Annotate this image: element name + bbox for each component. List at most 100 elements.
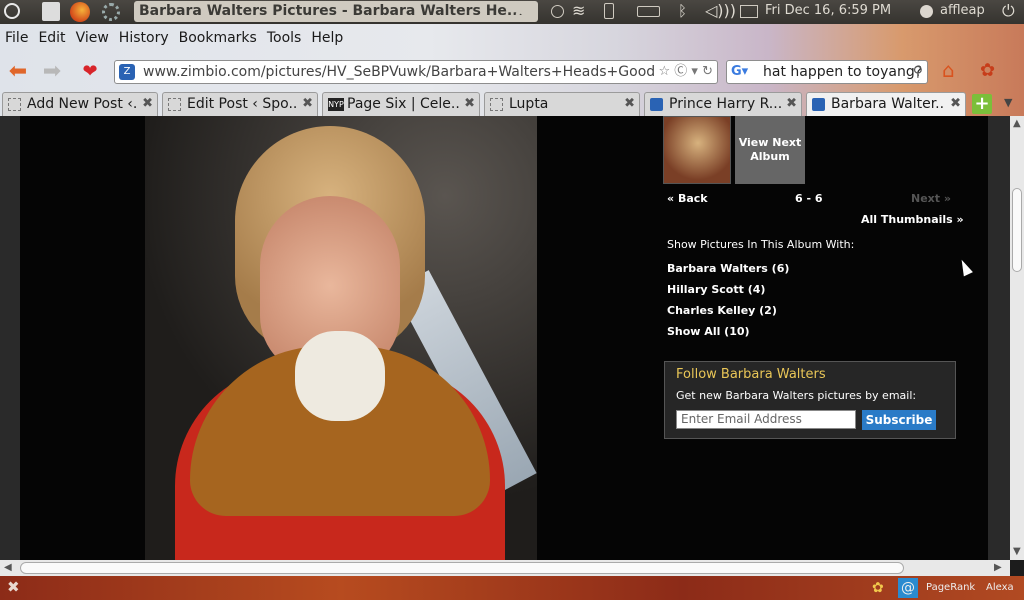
site-favicon-icon: Z — [119, 64, 135, 80]
scroll-left-icon[interactable]: ◀ — [4, 562, 12, 573]
back-arrow-icon[interactable]: ⬅ — [6, 60, 30, 84]
top-panel: Barbara Walters Pictures - Barbara Walte… — [0, 0, 1024, 24]
main-photo[interactable] — [145, 116, 537, 560]
vertical-scrollbar[interactable]: ▲ ▼ — [1010, 116, 1024, 560]
addon-at-icon[interactable]: @ — [898, 578, 918, 598]
power-icon[interactable]: ⏻ — [1002, 1, 1015, 21]
filter-show-all[interactable]: Show All (10) — [667, 325, 750, 338]
menu-edit[interactable]: Edit — [33, 26, 70, 50]
page-left-margin — [0, 116, 20, 560]
vertical-scroll-thumb[interactable] — [1012, 188, 1022, 272]
wifi-icon[interactable]: ≋ — [572, 1, 585, 20]
mail-icon[interactable] — [740, 5, 758, 18]
tab-list-arrow-icon[interactable]: ▼ — [1004, 96, 1012, 109]
follow-title: Follow Barbara Walters — [676, 367, 826, 382]
window-close-icon[interactable]: ✖ — [514, 2, 527, 21]
page-right-margin — [988, 116, 1010, 560]
bookmark-star-icon[interactable]: ☆ — [658, 64, 670, 79]
window-title: Barbara Walters Pictures - Barbara Walte… — [134, 1, 538, 22]
view-next-album-button[interactable]: View Next Album — [735, 116, 805, 184]
volume-icon[interactable]: ◁))) — [705, 1, 736, 20]
tab-close-icon[interactable]: ✖ — [950, 93, 961, 115]
user-status-icon[interactable] — [920, 5, 933, 18]
scroll-up-icon[interactable]: ▲ — [1013, 118, 1021, 129]
photo-counter: 6 - 6 — [795, 192, 823, 205]
addon-flower-icon[interactable]: ✿ — [872, 578, 888, 598]
tab-close-icon[interactable]: ✖ — [624, 93, 635, 115]
alexa-label[interactable]: Alexa — [986, 578, 1014, 598]
blank-page-icon — [490, 98, 503, 111]
new-tab-plus-icon[interactable]: + — [972, 94, 992, 114]
web-page-content: View Next Album « Back 6 - 6 Next » All … — [0, 116, 1010, 560]
blank-page-icon — [168, 98, 181, 111]
status-bar: ✖ ✿ @ PageRank Alexa — [0, 576, 1024, 600]
tab-close-icon[interactable]: ✖ — [786, 93, 797, 115]
menu-tools[interactable]: Tools — [262, 26, 307, 50]
pagerank-label[interactable]: PageRank — [926, 578, 975, 598]
zimbio-favicon-icon — [650, 98, 663, 111]
ubuntu-logo-icon[interactable] — [4, 3, 20, 19]
minimize-pill-icon[interactable] — [551, 5, 564, 18]
tab-label: Prince Harry R... — [669, 96, 781, 112]
tab-label: Lupta — [509, 96, 549, 112]
tab-label: Edit Post ‹ Spo... — [187, 96, 297, 112]
all-thumbnails-link[interactable]: All Thumbnails » — [861, 213, 964, 226]
tab-add-new-post[interactable]: Add New Post ‹... ✖ — [2, 92, 158, 116]
bookmark-heart-icon[interactable]: ❤ — [78, 60, 102, 84]
text-editor-icon[interactable] — [42, 2, 60, 21]
tab-close-icon[interactable]: ✖ — [302, 93, 313, 115]
tab-close-icon[interactable]: ✖ — [142, 93, 153, 115]
url-text[interactable]: www.zimbio.com/pictures/HV_SeBPVuwk/Barb… — [143, 61, 679, 83]
firefox-icon[interactable] — [70, 2, 90, 22]
menu-file[interactable]: File — [0, 26, 33, 50]
menu-history[interactable]: History — [114, 26, 174, 50]
follow-box: Follow Barbara Walters Get new Barbara W… — [664, 361, 956, 439]
scroll-down-icon[interactable]: ▼ — [1013, 546, 1021, 557]
filter-barbara-walters[interactable]: Barbara Walters (6) — [667, 262, 789, 275]
tab-page-six[interactable]: NYP Page Six | Cele... ✖ — [322, 92, 480, 116]
tab-strip: Add New Post ‹... ✖ Edit Post ‹ Spo... ✖… — [0, 92, 1024, 116]
next-label: Next — [911, 192, 941, 205]
back-link[interactable]: « Back — [667, 192, 708, 205]
home-icon[interactable]: ⌂ — [942, 58, 966, 84]
tab-lupta[interactable]: Lupta ✖ — [484, 92, 640, 116]
forward-arrow-icon[interactable]: ➡ — [40, 60, 64, 84]
dropdown-arrow-icon[interactable]: ▾ — [691, 64, 698, 79]
settings-gear-icon[interactable] — [102, 3, 120, 21]
menu-bookmarks[interactable]: Bookmarks — [174, 26, 262, 50]
reload-circle-icon[interactable]: Ⓒ — [674, 64, 687, 79]
horizontal-scroll-thumb[interactable] — [20, 562, 904, 574]
menu-help[interactable]: Help — [306, 26, 348, 50]
clock-datetime[interactable]: Fri Dec 16, 6:59 PM — [765, 3, 891, 18]
search-input[interactable]: hat happen to toyang? — [763, 61, 922, 83]
url-bar[interactable]: Z www.zimbio.com/pictures/HV_SeBPVuwk/Ba… — [114, 60, 718, 84]
scroll-right-icon[interactable]: ▶ — [994, 562, 1002, 573]
menu-view[interactable]: View — [71, 26, 114, 50]
filter-charles-kelley[interactable]: Charles Kelley (2) — [667, 304, 777, 317]
tab-prince-harry[interactable]: Prince Harry R... ✖ — [644, 92, 802, 116]
album-thumbnail[interactable] — [663, 116, 731, 184]
close-findbar-icon[interactable]: ✖ — [7, 578, 20, 596]
filter-heading: Show Pictures In This Album With: — [667, 238, 855, 251]
double-right-arrow-icon: » — [943, 192, 951, 205]
search-bar[interactable]: G▾ hat happen to toyang? ⚲ — [726, 60, 928, 84]
subscribe-button[interactable]: Subscribe — [862, 410, 936, 430]
username[interactable]: affleap — [940, 3, 985, 18]
tab-barbara-walters[interactable]: Barbara Walter... ✖ — [806, 92, 966, 116]
extension-icon[interactable]: ✿ — [980, 60, 1002, 82]
filter-hillary-scott[interactable]: Hillary Scott (4) — [667, 283, 765, 296]
reload-icon[interactable]: ↻ — [702, 64, 713, 79]
battery-icon[interactable] — [637, 6, 660, 17]
tab-edit-post[interactable]: Edit Post ‹ Spo... ✖ — [162, 92, 318, 116]
follow-subtitle: Get new Barbara Walters pictures by emai… — [676, 389, 917, 402]
next-link: Next » — [911, 192, 951, 205]
search-icon[interactable]: ⚲ — [913, 61, 923, 83]
url-controls: ☆ Ⓒ ▾ ↻ — [654, 61, 713, 83]
bluetooth-icon[interactable]: ᛒ — [678, 2, 687, 20]
google-search-icon[interactable]: G▾ — [731, 64, 748, 80]
tab-close-icon[interactable]: ✖ — [464, 93, 475, 115]
page-six-favicon-icon: NYP — [328, 98, 344, 111]
horizontal-scrollbar[interactable]: ◀ ▶ — [0, 560, 1010, 576]
email-field[interactable]: Enter Email Address — [676, 410, 856, 429]
network-icon[interactable] — [604, 3, 614, 19]
